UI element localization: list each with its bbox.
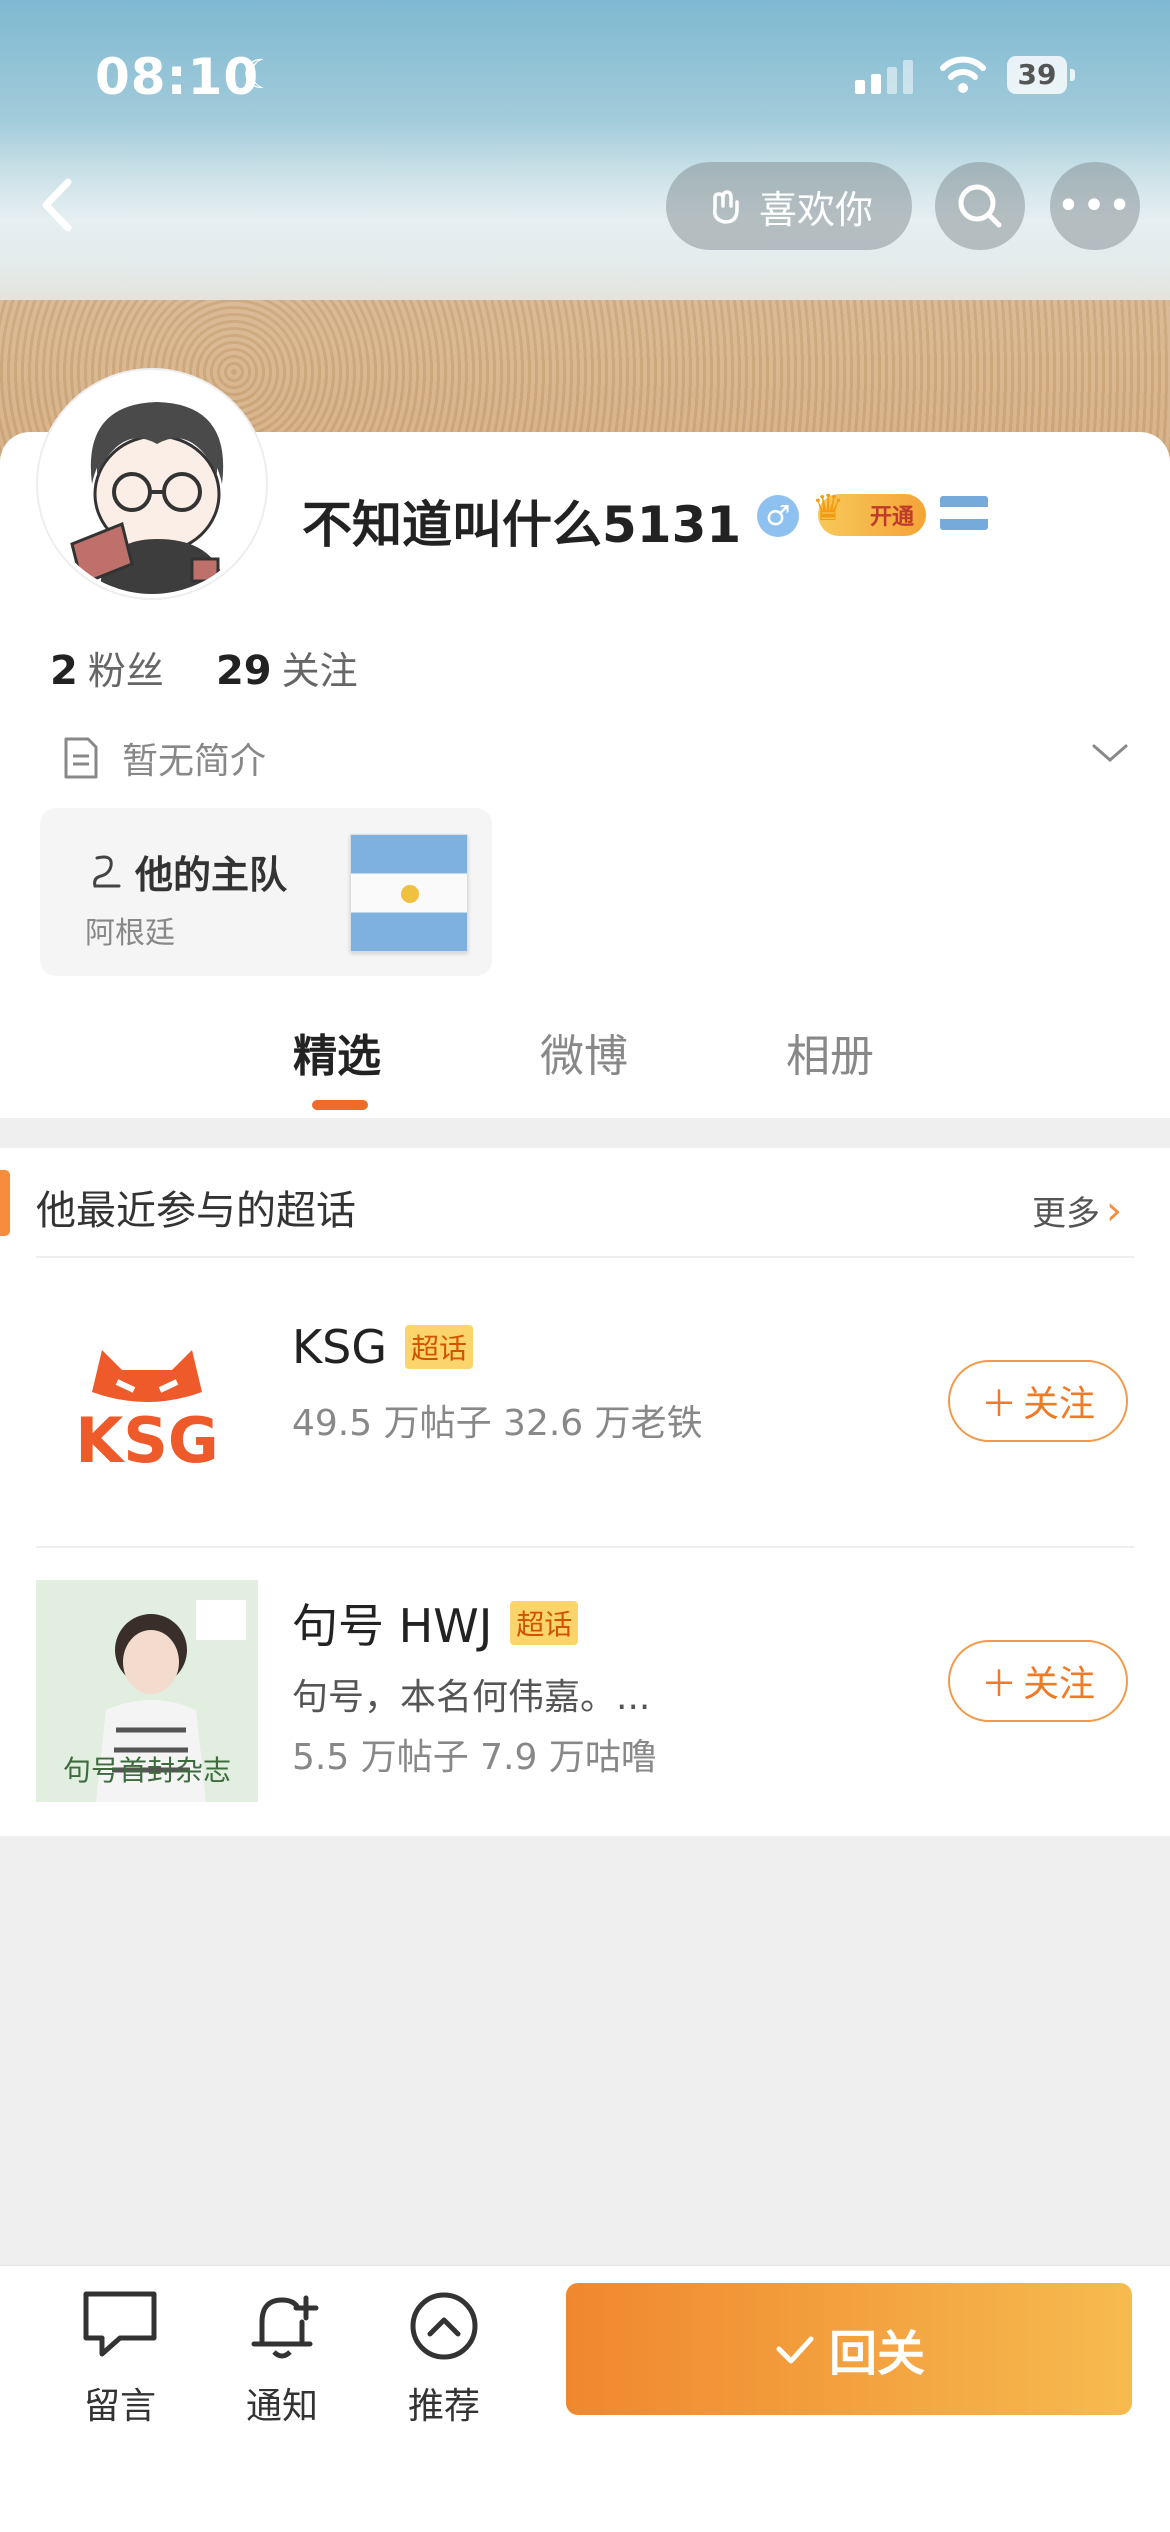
following-count: 29 [215,648,272,694]
super-topic-badge: 超话 [405,1325,474,1369]
comment-icon [83,2291,157,2357]
vip-label: 开通 [869,505,914,530]
home-team-title-text: 他的主队 [135,853,288,897]
super-topic-item[interactable]: 句号首封杂志 句号 HWJ 超话 句号，本名何伟嘉。... 5.5 万帖子 7.… [0,1548,1170,1838]
tab-weibo[interactable]: 微博 [540,1020,628,1084]
check-icon [776,2336,814,2364]
like-you-button[interactable]: 喜欢你 [666,162,912,250]
topic-title: KSG [292,1320,388,1374]
search-icon [958,184,1002,228]
profile-stats: 2 粉丝 29 关注 [40,640,358,695]
message-button[interactable]: 留言 [60,2288,180,2429]
avatar-illustration [42,374,262,594]
search-button[interactable] [935,162,1025,250]
follow-back-button[interactable]: 回关 [566,2283,1132,2415]
tab-indicator [312,1100,368,1110]
bell-plus-icon [251,2295,319,2359]
super-topic-item[interactable]: KSG KSG 超话 49.5 万帖子 32.6 万老铁 ＋ 关注 [0,1258,1170,1548]
super-topics-section: 他最近参与的超话 更多 › KSG KSG 超话 49.5 万帖子 32.6 万… [0,1148,1170,1836]
recommend-button[interactable]: 推荐 [384,2288,504,2429]
message-label: 留言 [83,2386,156,2427]
argentina-flag-image [350,834,468,952]
tab-album[interactable]: 相册 [786,1020,874,1084]
following-label: 关注 [281,649,358,693]
status-bar: 08:10 ☾ 39 [0,0,1170,150]
follow-topic-button[interactable]: ＋ 关注 [948,1360,1128,1442]
topic-description: 句号，本名何伟嘉。... [292,1677,651,1718]
status-time: 08:10 [95,48,260,106]
more-button[interactable]: ••• [1050,162,1140,250]
notify-label: 通知 [245,2386,318,2427]
follow-label: 关注 [1023,1384,1096,1425]
section-title: 他最近参与的超话 [36,1188,356,1234]
avatar[interactable] [38,370,266,598]
topic-title-row: KSG 超话 [292,1320,474,1374]
signal-icon [855,60,913,94]
tab-featured[interactable]: 精选 [293,1020,381,1084]
argentina-flag-icon [940,496,988,530]
topic-cover-text: 句号首封杂志 [63,1754,231,1787]
bio-text: 暂无简介 [122,741,267,782]
section-more-link[interactable]: 更多 › [1032,1186,1122,1235]
fans-count: 2 [50,648,78,694]
topic-title-row: 句号 HWJ 超话 [292,1590,579,1656]
home-team-name: 阿根廷 [85,916,175,951]
battery-icon: 39 [1007,56,1075,94]
notify-button[interactable]: 通知 [222,2288,342,2429]
follow-label: 关注 [1023,1664,1096,1705]
profile-tabs: 精选 微博 相册 [0,1020,1170,1116]
following-stat[interactable]: 29 关注 [215,648,358,694]
profile-name: 不知道叫什么5131 [302,496,742,554]
more-icon: ••• [1056,183,1134,229]
bottom-action-bar: 留言 通知 推荐 回关 [0,2265,1170,2532]
topic-stats: 5.5 万帖子 7.9 万咕噜 [292,1737,657,1778]
follow-topic-button[interactable]: ＋ 关注 [948,1640,1128,1722]
topic-title: 句号 HWJ [292,1599,493,1653]
super-topic-badge: 超话 [510,1601,579,1645]
ksg-logo: KSG [36,1296,258,1518]
male-icon: ♂ [757,495,799,537]
vip-badge[interactable]: ♛ 开通 [812,488,926,536]
fans-label: 粉丝 [87,649,164,693]
home-team-card[interactable]: 他的主队 阿根廷 [40,808,492,976]
chevron-right-icon: › [1106,1187,1122,1234]
ksg-logo-text: KSG [75,1404,219,1472]
back-icon[interactable] [30,170,90,240]
chevron-down-icon[interactable] [1090,738,1130,768]
more-label: 更多 [1032,1194,1100,1234]
crown-icon: ♛ [812,488,845,529]
trophy-icon [93,855,121,887]
document-icon [64,737,98,779]
wifi-icon [940,56,986,93]
topic-stats: 49.5 万帖子 32.6 万老铁 [292,1403,703,1444]
home-team-title: 他的主队 [85,844,287,899]
moon-icon: ☾ [242,52,278,98]
hand-heart-icon [712,190,739,224]
plus-icon: ＋ [980,1384,1017,1425]
section-accent-bar [0,1170,10,1236]
like-you-label: 喜欢你 [758,187,873,232]
follow-back-label: 回关 [828,2326,925,2382]
plus-icon: ＋ [980,1664,1017,1705]
fans-stat[interactable]: 2 粉丝 [50,648,164,694]
recommend-label: 推荐 [407,2386,480,2427]
bio-row[interactable]: 暂无简介 [62,732,266,784]
chevron-up-circle-icon [410,2292,478,2360]
topic-cover-image: 句号首封杂志 [36,1580,258,1802]
